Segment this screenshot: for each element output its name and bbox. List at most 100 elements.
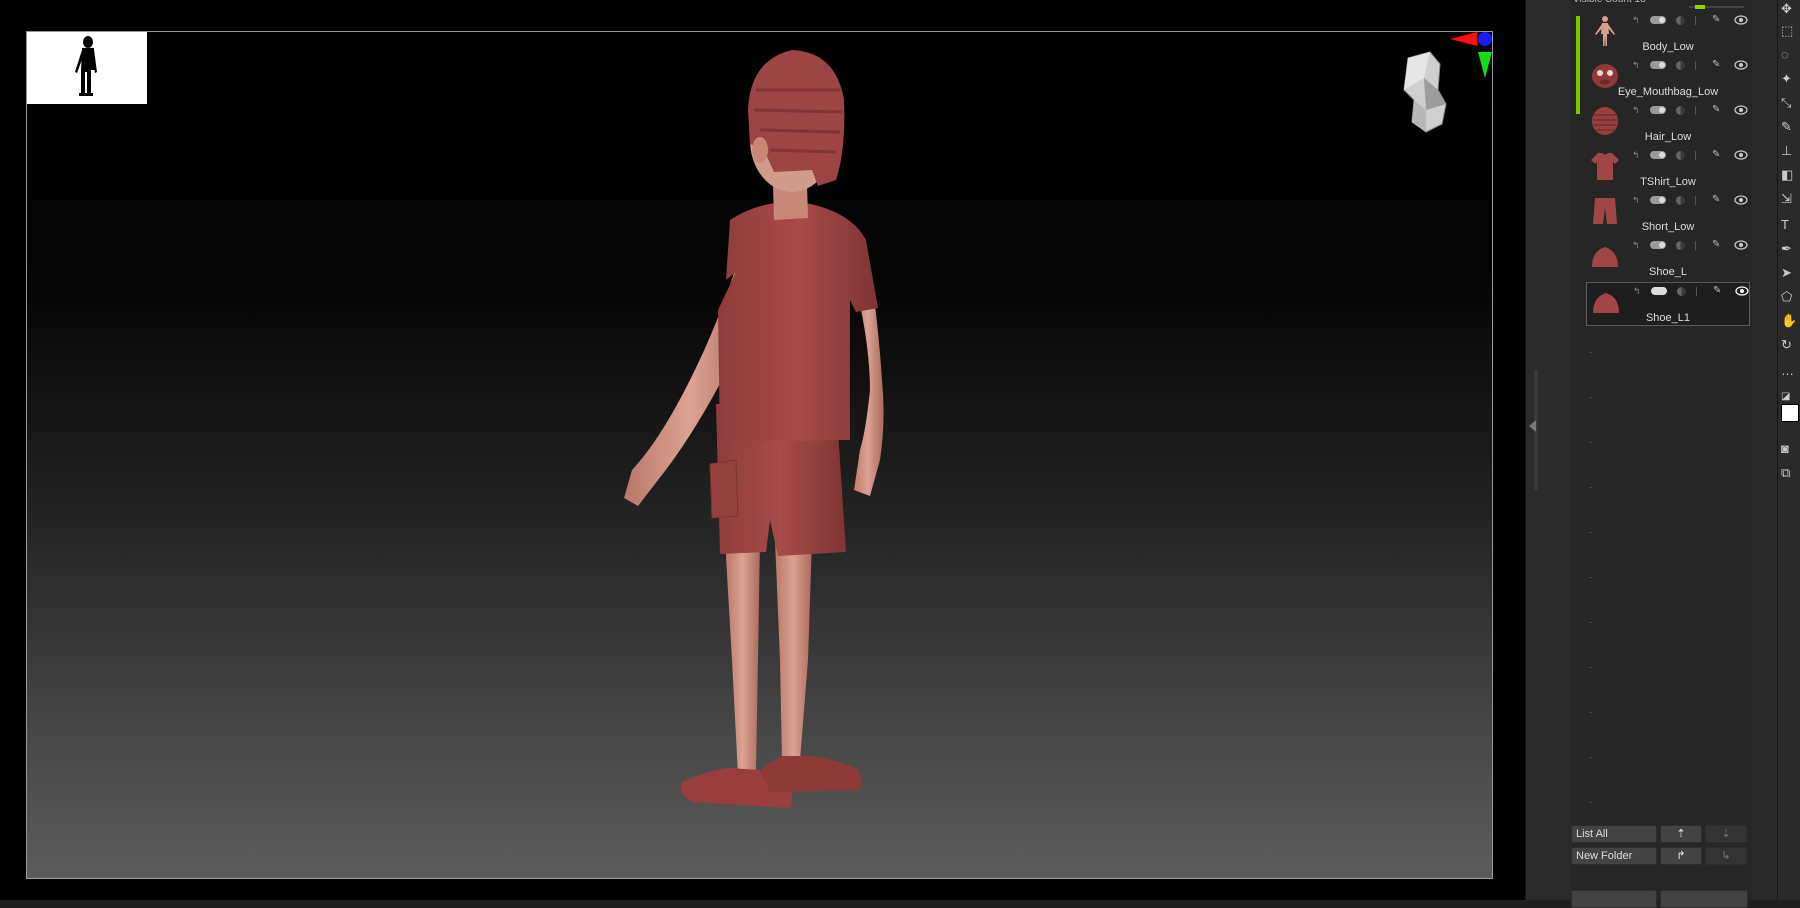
head-gizmo-icon	[1403, 51, 1447, 133]
character-model	[624, 50, 884, 808]
down-arrow-icon: ⇣	[1721, 828, 1731, 840]
move-arrow-icon[interactable]: ↰	[1632, 241, 1640, 250]
viewport-area	[0, 0, 1525, 900]
move-down-button[interactable]: ⇣	[1705, 825, 1747, 843]
subtool-row-shoe-l1[interactable]: ↰ ✎ Shoe_L1	[1586, 282, 1750, 326]
divider-mark	[1695, 240, 1702, 250]
document-thumbnail[interactable]	[27, 32, 147, 104]
subtool-row-hair-low[interactable]: ↰ ✎ Hair_Low	[1586, 102, 1750, 146]
rotate-icon[interactable]: ↻	[1781, 336, 1799, 354]
subtool-row-short-low[interactable]: ↰ ✎ Short_Low	[1586, 192, 1750, 236]
move-arrow-icon[interactable]: ↰	[1632, 196, 1640, 205]
foreground-color-icon[interactable]	[1781, 404, 1799, 422]
redirect-arrow-icon: ↳	[1721, 850, 1731, 862]
move-arrow-icon[interactable]: ↰	[1632, 61, 1640, 70]
screen-mode-icon[interactable]: ◙	[1781, 440, 1799, 458]
move-arrow-icon[interactable]: ↰	[1633, 287, 1641, 296]
more-icon[interactable]: …	[1781, 362, 1799, 380]
eye-icon[interactable]	[1735, 286, 1749, 296]
divider-mark	[1696, 286, 1703, 296]
pointer-icon[interactable]: ➤	[1781, 264, 1799, 282]
visible-count-slider-knob[interactable]	[1695, 5, 1705, 9]
brush-icon[interactable]: ✎	[1712, 105, 1724, 115]
new-folder-button[interactable]: New Folder	[1571, 847, 1657, 865]
x-axis-arrow-icon	[1450, 32, 1477, 46]
brush-icon[interactable]: ✎	[1712, 60, 1724, 70]
redirect-arrow-icon: ↱	[1676, 850, 1686, 862]
brush-icon[interactable]: ✎	[1781, 118, 1799, 136]
hand-icon[interactable]: ✋	[1781, 312, 1799, 330]
subtool-name: Body_Low	[1642, 41, 1694, 53]
up-arrow-icon: ⇡	[1676, 828, 1686, 840]
solo-icon[interactable]	[1676, 60, 1685, 70]
move-icon[interactable]: ✥	[1781, 0, 1799, 18]
text-icon[interactable]: T	[1781, 216, 1799, 234]
divider-mark	[1695, 15, 1702, 25]
y-axis-arrow-icon	[1478, 52, 1492, 78]
move-arrow-icon[interactable]: ↰	[1632, 16, 1640, 25]
move-up-button[interactable]: ⇡	[1660, 825, 1702, 843]
brush-icon[interactable]: ✎	[1712, 240, 1724, 250]
solo-icon[interactable]	[1676, 15, 1685, 25]
transform-icon[interactable]: ⤡	[1781, 94, 1799, 112]
z-axis-dot-icon	[1478, 32, 1492, 46]
stamp-icon[interactable]: ⊥	[1781, 142, 1799, 160]
navigation-gizmo[interactable]	[1380, 30, 1500, 160]
eye-icon[interactable]	[1734, 15, 1748, 25]
eye-icon[interactable]	[1734, 60, 1748, 70]
subtool-name: Hair_Low	[1644, 131, 1692, 143]
eye-icon[interactable]	[1734, 240, 1748, 250]
divider-mark	[1695, 195, 1702, 205]
solo-icon[interactable]	[1676, 195, 1685, 205]
subtool-row-body-low[interactable]: ↰ ✎ Body_Low	[1586, 12, 1750, 56]
eraser-icon[interactable]: ◧	[1781, 166, 1799, 184]
solo-icon[interactable]	[1676, 150, 1685, 160]
subtool-name: Short_Low	[1641, 221, 1695, 233]
bottom-button-1[interactable]	[1571, 890, 1657, 908]
frame-icon[interactable]: ⧉	[1781, 464, 1799, 482]
polyframe-toggle[interactable]	[1650, 151, 1666, 159]
move-arrow-icon[interactable]: ↰	[1632, 106, 1640, 115]
polyframe-toggle[interactable]	[1650, 106, 1666, 114]
rect-select-icon[interactable]: ⬚	[1781, 22, 1799, 40]
eye-icon[interactable]	[1734, 195, 1748, 205]
polyframe-toggle[interactable]	[1650, 61, 1666, 69]
subtool-name: Eye_Mouthbag_Low	[1617, 86, 1719, 98]
subtool-name: TShirt_Low	[1640, 176, 1696, 188]
list-all-button[interactable]: List All	[1571, 825, 1657, 843]
transform-tool-icon[interactable]: ⬠	[1781, 288, 1799, 306]
divider-mark	[1695, 105, 1702, 115]
collapse-arrow-icon[interactable]	[1529, 420, 1536, 432]
silhouette-icon	[75, 36, 97, 96]
solo-icon[interactable]	[1677, 286, 1686, 296]
folder-action-button[interactable]: ↱	[1660, 847, 1702, 865]
divider-mark	[1695, 150, 1702, 160]
solo-icon[interactable]	[1676, 240, 1685, 250]
polyframe-toggle[interactable]	[1650, 241, 1666, 249]
solo-icon[interactable]	[1676, 105, 1685, 115]
move-arrow-icon[interactable]: ↰	[1632, 151, 1640, 160]
lasso-icon[interactable]: ◌	[1781, 46, 1799, 64]
subtool-panel: Visible Count 18 ↰ ✎ Body_Low ↰	[1571, 0, 1752, 908]
polyframe-toggle[interactable]	[1650, 16, 1666, 24]
polyframe-toggle[interactable]	[1650, 196, 1666, 204]
brush-icon[interactable]: ✎	[1712, 15, 1724, 25]
bottom-button-2[interactable]	[1660, 890, 1748, 908]
eye-icon[interactable]	[1734, 105, 1748, 115]
folder-action-disabled-button[interactable]: ↳	[1705, 847, 1747, 865]
magic-wand-icon[interactable]: ✦	[1781, 70, 1799, 88]
subtool-row-shoe-l[interactable]: ↰ ✎ Shoe_L	[1586, 237, 1750, 281]
polyframe-toggle[interactable]	[1651, 287, 1667, 295]
subtool-row-eye-mouthbag-low[interactable]: ↰ ✎ Eye_Mouthbag_Low	[1586, 57, 1750, 101]
eye-icon[interactable]	[1734, 150, 1748, 160]
brush-icon[interactable]: ✎	[1712, 150, 1724, 160]
subtool-row-tshirt-low[interactable]: ↰ ✎ TShirt_Low	[1586, 147, 1750, 191]
subtool-name: Shoe_L	[1649, 266, 1687, 278]
subtool-name: Shoe_L1	[1645, 312, 1691, 324]
right-toolbar: ✥ ⬚ ◌ ✦ ⤡ ✎ ⊥ ◧ ⇲ T ✒ ➤ ⬠ ✋ ↻ … ◪ ◙ ⧉	[1777, 0, 1800, 900]
brush-icon[interactable]: ✎	[1712, 195, 1724, 205]
brush-icon[interactable]: ✎	[1713, 286, 1725, 296]
pen-icon[interactable]: ✒	[1781, 240, 1799, 258]
select-icon[interactable]: ⇲	[1781, 190, 1799, 208]
panel-divider[interactable]	[1525, 0, 1568, 900]
